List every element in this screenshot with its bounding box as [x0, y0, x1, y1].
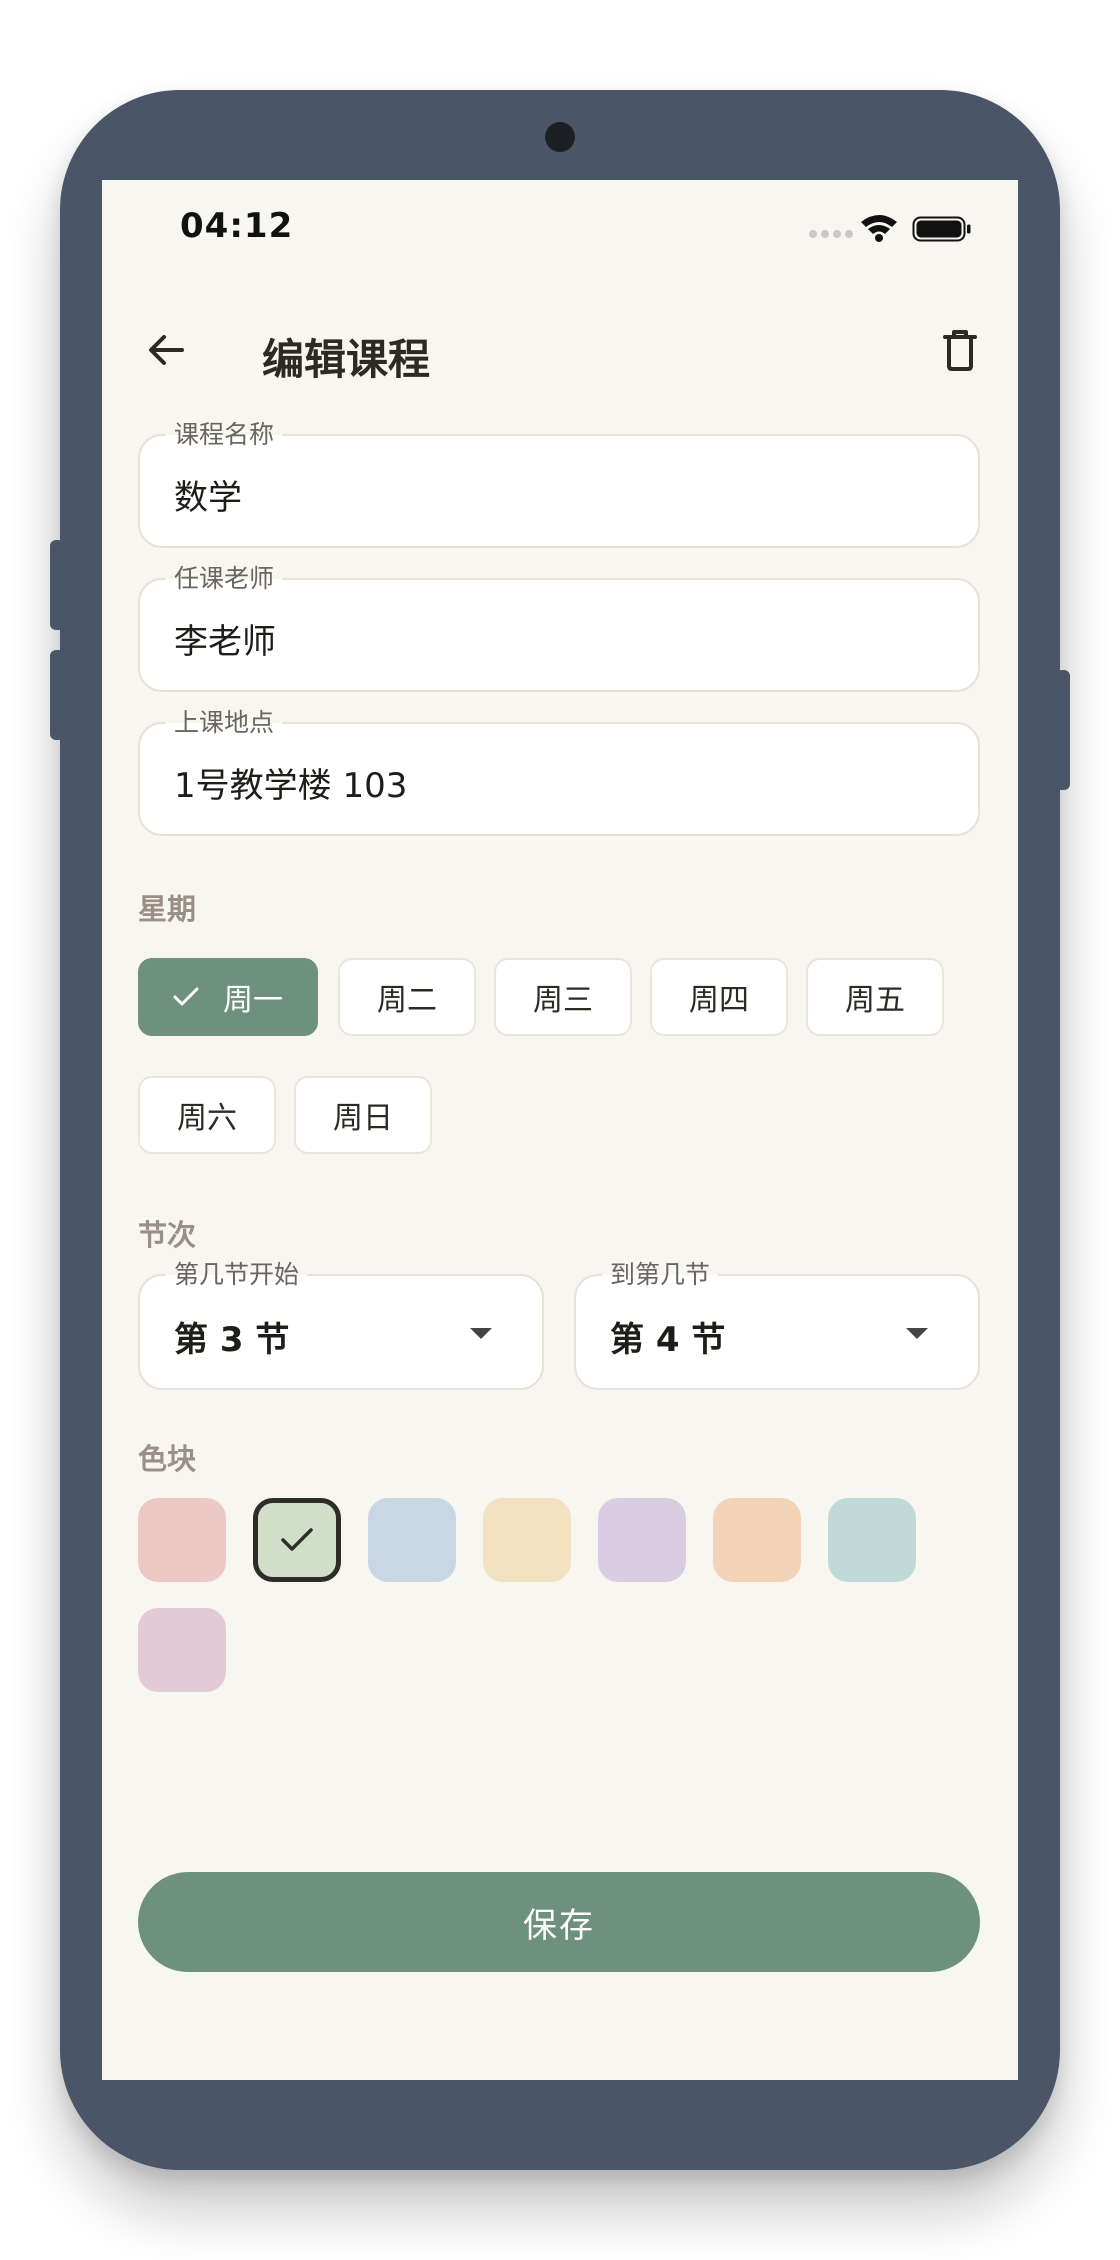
- check-icon: [281, 1528, 313, 1551]
- wifi-icon: [861, 215, 897, 242]
- status-time: 04:12: [180, 206, 294, 246]
- back-button[interactable]: [138, 322, 194, 378]
- weekday-chip-label: 周二: [377, 983, 437, 1018]
- period-section-title: 节次: [138, 1218, 197, 1252]
- save-button[interactable]: 保存: [138, 1872, 980, 1972]
- battery-icon: [912, 216, 971, 242]
- color-swatch[interactable]: [138, 1498, 226, 1582]
- top-app-bar: 编辑课程: [102, 300, 1018, 400]
- color-swatch[interactable]: [138, 1608, 226, 1692]
- weekday-chip-label: 周三: [533, 983, 593, 1018]
- weekday-chip-label: 周四: [689, 983, 749, 1018]
- dropdown-caret-icon: [906, 1328, 928, 1339]
- power-button: [1056, 670, 1070, 790]
- start-period-label: 第几节开始: [166, 1260, 308, 1290]
- course-name-value: 数学: [174, 478, 242, 518]
- delete-button[interactable]: [932, 322, 988, 378]
- volume-up-button: [50, 540, 64, 630]
- volume-down-button: [50, 650, 64, 740]
- color-swatch[interactable]: [598, 1498, 686, 1582]
- color-swatch[interactable]: [253, 1498, 341, 1582]
- weekday-chip-mon[interactable]: 周一: [138, 958, 318, 1036]
- end-period-select[interactable]: 到第几节 第 4 节: [574, 1260, 980, 1390]
- check-icon: [173, 987, 199, 1007]
- weekday-chip-thu[interactable]: 周四: [650, 958, 788, 1036]
- arrow-left-icon: [149, 335, 184, 365]
- end-period-label: 到第几节: [602, 1260, 719, 1290]
- weekday-chip-sat[interactable]: 周六: [138, 1076, 276, 1154]
- start-period-value: 第 3 节: [174, 1320, 290, 1360]
- teacher-field[interactable]: 任课老师 李老师: [138, 564, 980, 692]
- weekday-chip-label: 周一: [223, 983, 283, 1018]
- status-bar: 04:12: [102, 180, 1018, 270]
- dropdown-caret-icon: [470, 1328, 492, 1339]
- start-period-select[interactable]: 第几节开始 第 3 节: [138, 1260, 544, 1390]
- weekday-chip-fri[interactable]: 周五: [806, 958, 944, 1036]
- location-label: 上课地点: [166, 708, 283, 738]
- color-swatch[interactable]: [713, 1498, 801, 1582]
- course-name-field[interactable]: 课程名称 数学: [138, 420, 980, 548]
- trash-icon: [943, 330, 977, 371]
- weekday-chip-label: 周六: [177, 1101, 237, 1136]
- front-camera: [545, 122, 575, 152]
- page-title: 编辑课程: [262, 335, 431, 384]
- teacher-label: 任课老师: [166, 564, 283, 594]
- end-period-value: 第 4 节: [610, 1320, 726, 1360]
- location-value: 1号教学楼 103: [174, 766, 408, 806]
- location-field[interactable]: 上课地点 1号教学楼 103: [138, 708, 980, 836]
- app-screen: 04:12 编辑课程 课程名称 数学 任课老师 李老师 上课地点 1号教学楼 1…: [102, 180, 1018, 2080]
- weekday-section-title: 星期: [138, 892, 197, 926]
- save-button-label: 保存: [523, 1905, 595, 1946]
- color-swatch[interactable]: [483, 1498, 571, 1582]
- weekday-chip-tue[interactable]: 周二: [338, 958, 476, 1036]
- teacher-value: 李老师: [174, 622, 276, 662]
- color-section-title: 色块: [138, 1442, 197, 1476]
- weekday-chip-wed[interactable]: 周三: [494, 958, 632, 1036]
- weekday-chip-sun[interactable]: 周日: [294, 1076, 432, 1154]
- weekday-chip-label: 周五: [845, 983, 905, 1018]
- color-swatch[interactable]: [368, 1498, 456, 1582]
- course-name-label: 课程名称: [166, 420, 283, 450]
- signal-icon: [809, 230, 853, 238]
- weekday-chip-label: 周日: [333, 1101, 393, 1136]
- color-swatch[interactable]: [828, 1498, 916, 1582]
